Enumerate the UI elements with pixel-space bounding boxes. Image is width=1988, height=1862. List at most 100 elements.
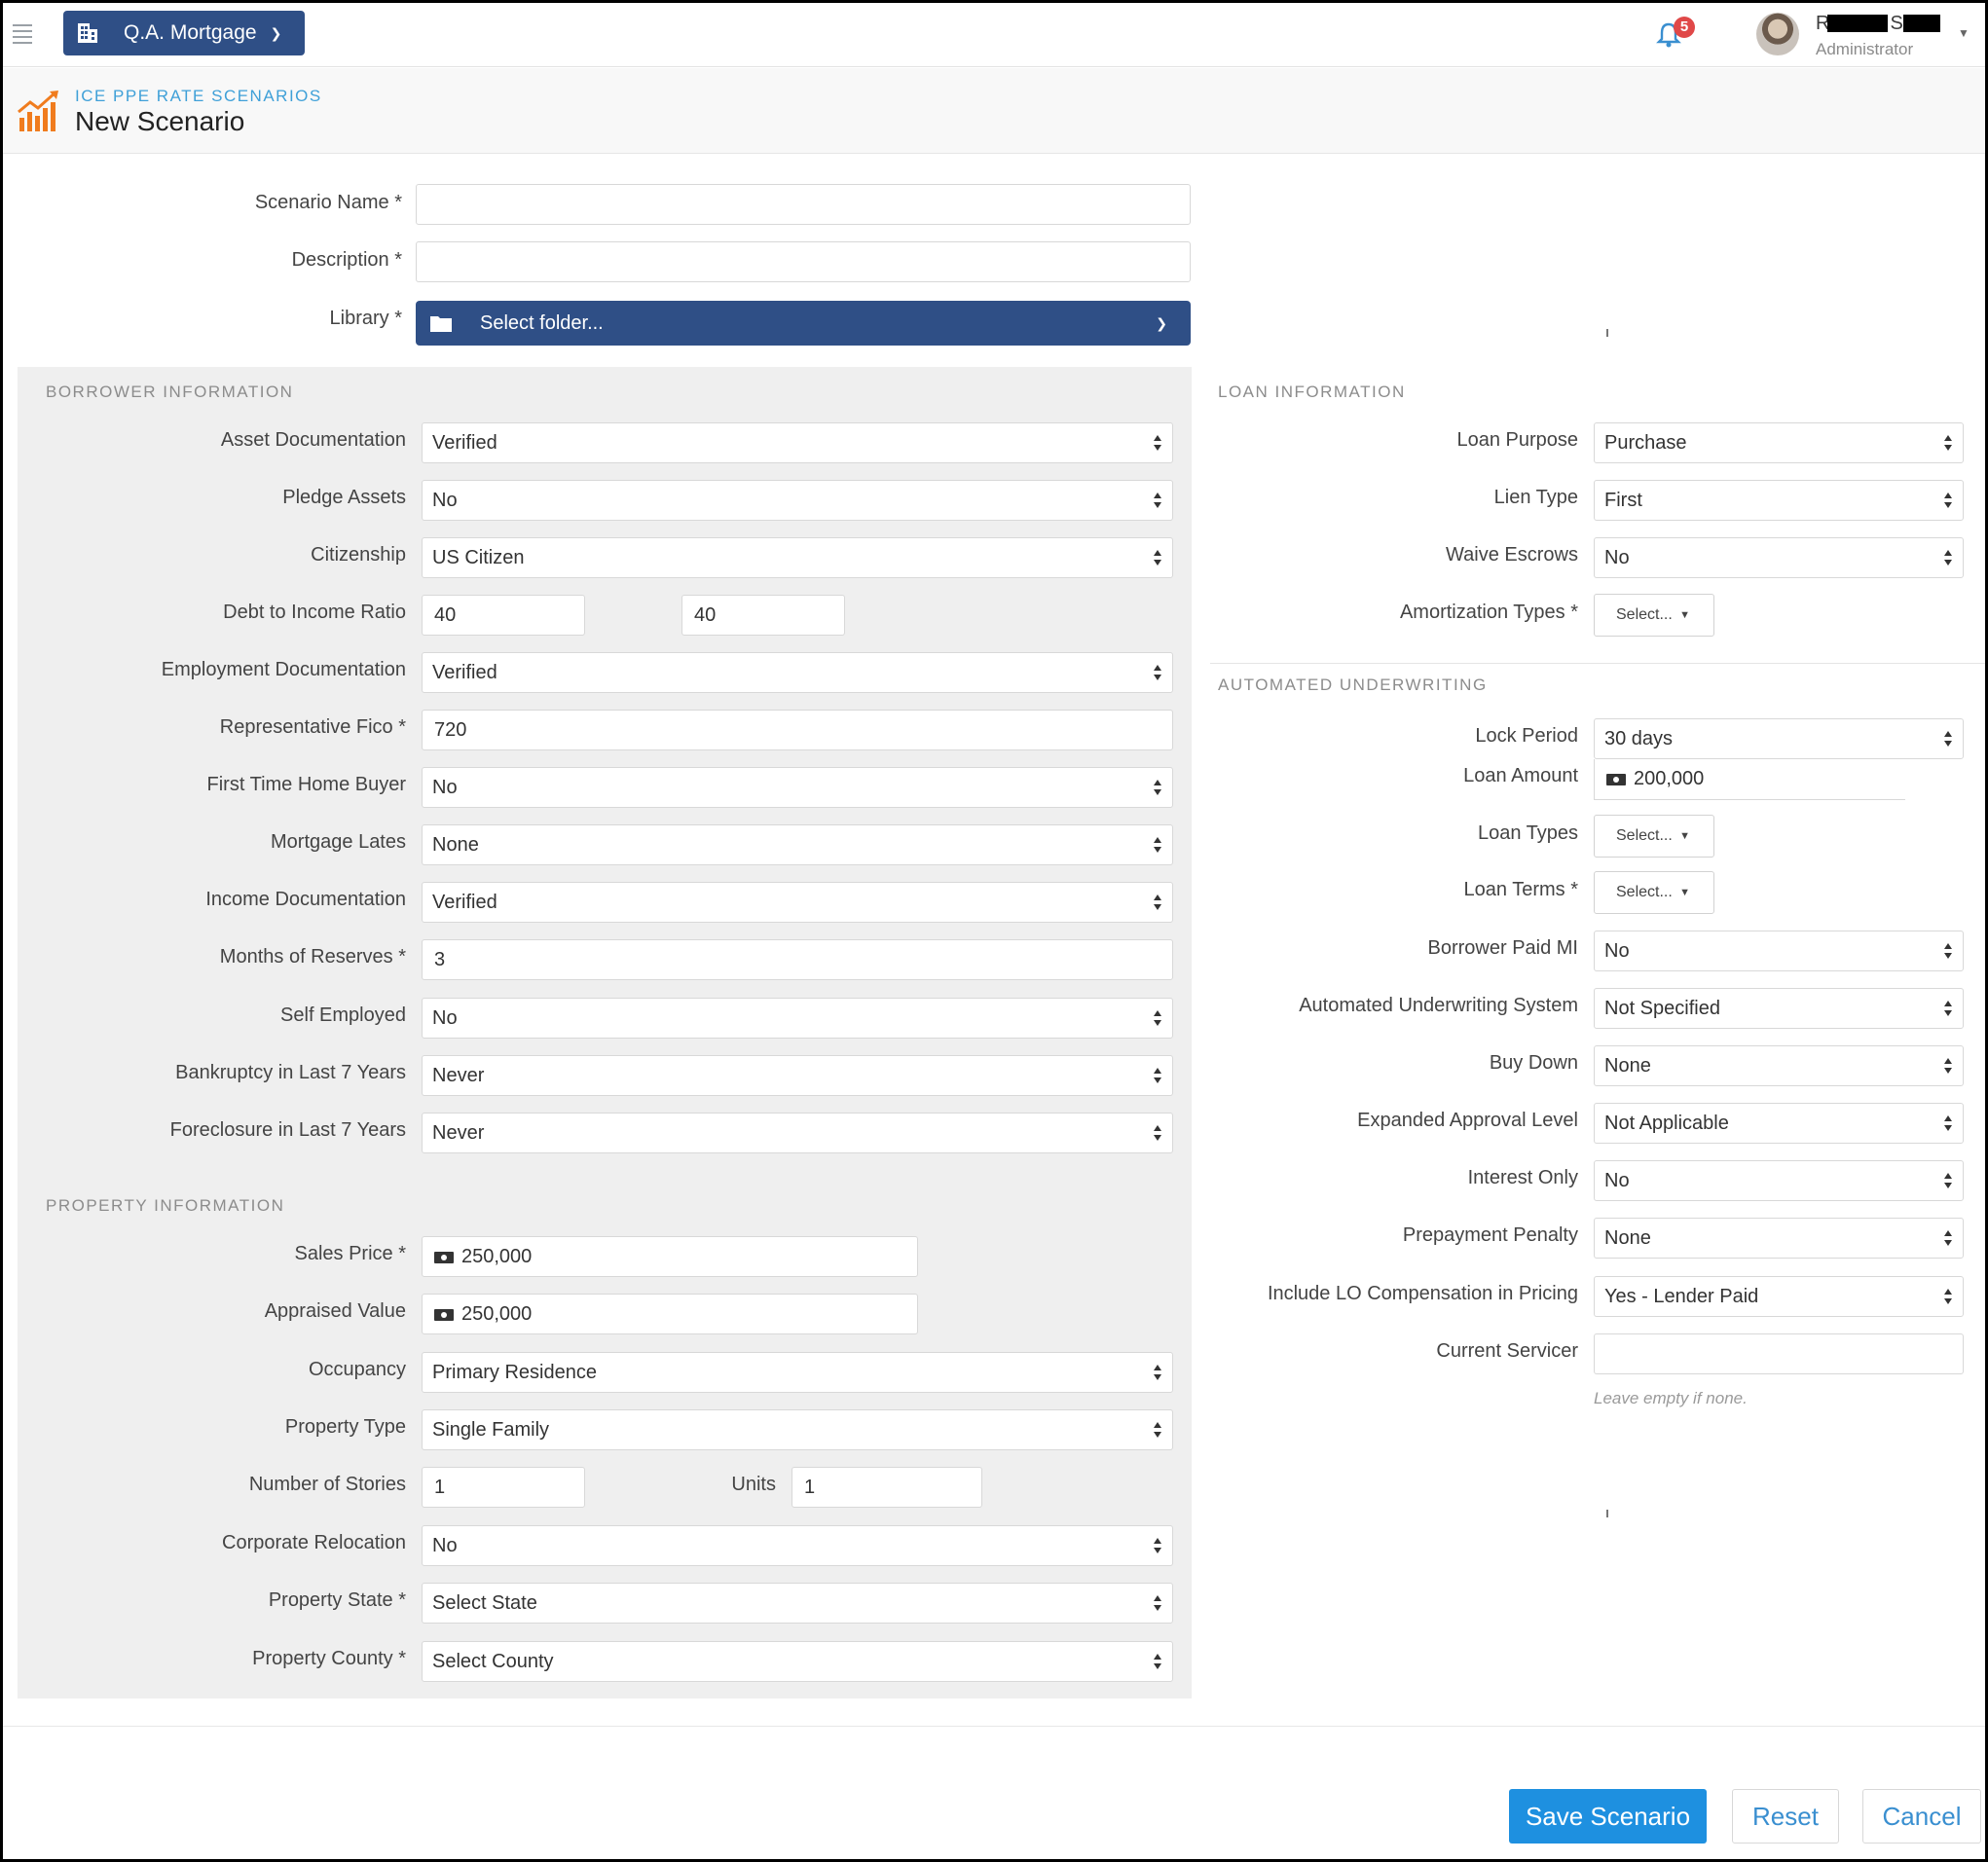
lock-period-select[interactable]: 30 days xyxy=(1594,718,1964,759)
property-county-select[interactable]: Select County xyxy=(422,1641,1173,1682)
notification-badge: 5 xyxy=(1674,17,1695,38)
avatar[interactable] xyxy=(1756,13,1799,55)
underwriting-section-title: AUTOMATED UNDERWRITING xyxy=(1218,675,1488,694)
waive-escrows-value: No xyxy=(1604,547,1630,568)
asset-documentation-select[interactable]: Verified xyxy=(422,422,1173,463)
income-documentation-value: Verified xyxy=(432,892,497,913)
caret-down-icon: ▼ xyxy=(1679,887,1690,898)
appraised-value-label: Appraised Value xyxy=(264,1300,406,1322)
scenario-name-input[interactable] xyxy=(416,184,1191,225)
pledge-assets-select[interactable]: No xyxy=(422,480,1173,521)
loan-purpose-select[interactable]: Purchase xyxy=(1594,422,1964,463)
folder-icon xyxy=(430,316,452,332)
select-arrows-icon xyxy=(1943,1114,1953,1133)
appraised-value-value: 250,000 xyxy=(461,1303,533,1325)
select-arrows-icon xyxy=(1153,1066,1162,1085)
organization-name: Q.A. Mortgage xyxy=(124,21,257,44)
prepayment-penalty-select[interactable]: None xyxy=(1594,1218,1964,1259)
self-employed-label: Self Employed xyxy=(280,1004,406,1026)
pledge-assets-value: No xyxy=(432,490,458,511)
aus-select[interactable]: Not Specified xyxy=(1594,988,1964,1029)
scenario-name-label: Scenario Name * xyxy=(254,192,402,213)
debt-to-income-front-input[interactable]: 40 xyxy=(422,595,585,636)
debt-to-income-label: Debt to Income Ratio xyxy=(223,602,406,623)
mortgage-lates-select[interactable]: None xyxy=(422,824,1173,865)
library-folder-select[interactable]: Select folder... ❯ xyxy=(416,301,1191,346)
units-input[interactable]: 1 xyxy=(792,1467,982,1508)
borrower-paid-mi-label: Borrower Paid MI xyxy=(1427,937,1579,959)
select-arrows-icon xyxy=(1153,1652,1162,1671)
lien-type-select[interactable]: First xyxy=(1594,480,1964,521)
select-arrows-icon xyxy=(1153,1008,1162,1028)
employment-documentation-label: Employment Documentation xyxy=(161,659,406,680)
breadcrumb[interactable]: ICE PPE RATE SCENARIOS xyxy=(75,87,322,106)
cancel-button[interactable]: Cancel xyxy=(1862,1789,1981,1844)
reset-button[interactable]: Reset xyxy=(1732,1789,1839,1844)
property-state-select[interactable]: Select State xyxy=(422,1583,1173,1624)
select-arrows-icon xyxy=(1153,1363,1162,1382)
loan-amount-input[interactable]: 200,000 xyxy=(1594,759,1905,800)
waive-escrows-select[interactable]: No xyxy=(1594,537,1964,578)
select-arrows-icon xyxy=(1153,778,1162,797)
amortization-types-dropdown[interactable]: Select... ▼ xyxy=(1594,594,1714,637)
corporate-relocation-select[interactable]: No xyxy=(422,1525,1173,1566)
interest-only-select[interactable]: No xyxy=(1594,1160,1964,1201)
self-employed-select[interactable]: No xyxy=(422,998,1173,1039)
bankruptcy-select[interactable]: Never xyxy=(422,1055,1173,1096)
library-label: Library * xyxy=(329,308,402,329)
loan-amount-label: Loan Amount xyxy=(1463,765,1578,786)
app-frame: Q.A. Mortgage ❯ 5 RS Administrator ▼ ICE… xyxy=(0,0,1988,1862)
select-arrows-icon xyxy=(1153,893,1162,912)
first-time-home-buyer-select[interactable]: No xyxy=(422,767,1173,808)
corporate-relocation-value: No xyxy=(432,1535,458,1556)
current-servicer-input[interactable] xyxy=(1594,1333,1964,1374)
borrower-paid-mi-select[interactable]: No xyxy=(1594,931,1964,971)
first-time-home-buyer-label: First Time Home Buyer xyxy=(206,774,406,795)
months-of-reserves-input[interactable]: 3 xyxy=(422,939,1173,980)
foreclosure-select[interactable]: Never xyxy=(422,1113,1173,1153)
footer-divider xyxy=(3,1726,1985,1727)
chart-growth-icon xyxy=(18,91,58,131)
number-of-stories-input[interactable]: 1 xyxy=(422,1467,585,1508)
select-arrows-icon xyxy=(1943,548,1953,567)
amortization-types-label: Amortization Types * xyxy=(1399,602,1578,623)
loan-terms-dropdown[interactable]: Select... ▼ xyxy=(1594,871,1714,914)
loan-section-title: LOAN INFORMATION xyxy=(1218,383,1406,401)
income-documentation-select[interactable]: Verified xyxy=(422,882,1173,923)
loan-purpose-value: Purchase xyxy=(1604,432,1687,454)
expanded-approval-value: Not Applicable xyxy=(1604,1113,1729,1134)
citizenship-select[interactable]: US Citizen xyxy=(422,537,1173,578)
employment-documentation-select[interactable]: Verified xyxy=(422,652,1173,693)
borrower-section-title: BORROWER INFORMATION xyxy=(46,383,294,401)
property-type-label: Property Type xyxy=(284,1416,406,1438)
waive-escrows-label: Waive Escrows xyxy=(1446,544,1578,566)
expanded-approval-select[interactable]: Not Applicable xyxy=(1594,1103,1964,1144)
select-arrows-icon xyxy=(1153,835,1162,855)
occupancy-select[interactable]: Primary Residence xyxy=(422,1352,1173,1393)
months-of-reserves-label: Months of Reserves * xyxy=(219,946,406,968)
property-county-value: Select County xyxy=(432,1651,554,1672)
money-icon xyxy=(434,1252,454,1263)
sales-price-input[interactable]: 250,000 xyxy=(422,1236,918,1277)
caret-down-icon: ▼ xyxy=(1679,830,1690,842)
organization-switcher-button[interactable]: Q.A. Mortgage ❯ xyxy=(63,11,305,55)
divider-tick xyxy=(1606,329,1608,337)
select-arrows-icon xyxy=(1943,1287,1953,1306)
lo-compensation-select[interactable]: Yes - Lender Paid xyxy=(1594,1276,1964,1317)
property-type-select[interactable]: Single Family xyxy=(422,1409,1173,1450)
debt-to-income-back-input[interactable]: 40 xyxy=(681,595,845,636)
page-title: New Scenario xyxy=(75,106,245,136)
representative-fico-input[interactable]: 720 xyxy=(422,710,1173,750)
appraised-value-input[interactable]: 250,000 xyxy=(422,1294,918,1334)
library-select-text: Select folder... xyxy=(480,312,604,334)
buy-down-select[interactable]: None xyxy=(1594,1045,1964,1086)
description-input[interactable] xyxy=(416,241,1191,282)
loan-terms-value: Select... xyxy=(1616,884,1673,900)
save-scenario-button[interactable]: Save Scenario xyxy=(1509,1789,1707,1844)
current-servicer-hint: Leave empty if none. xyxy=(1594,1389,1748,1407)
loan-types-dropdown[interactable]: Select... ▼ xyxy=(1594,815,1714,858)
user-menu-caret-icon[interactable]: ▼ xyxy=(1958,26,1970,40)
menu-toggle-icon[interactable] xyxy=(11,22,34,44)
number-of-stories-label: Number of Stories xyxy=(248,1474,406,1495)
lo-compensation-value: Yes - Lender Paid xyxy=(1604,1286,1759,1307)
